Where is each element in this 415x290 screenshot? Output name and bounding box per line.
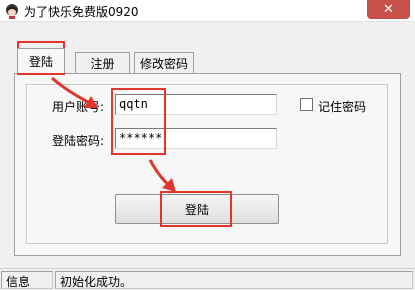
tab-register[interactable]: 注册: [75, 52, 130, 74]
window-title: 为了快乐免费版0920: [24, 5, 139, 19]
tab-login[interactable]: 登陆: [17, 48, 65, 73]
highlight-credentials: [111, 88, 166, 155]
tab-change-password[interactable]: 修改密码: [134, 52, 194, 74]
remember-password-checkbox[interactable]: [300, 98, 313, 111]
status-label: 信息: [1, 271, 53, 289]
username-label: 用户账号:: [52, 100, 105, 114]
title-bar: 为了快乐免费版0920 ✕: [0, 0, 415, 22]
status-bar: 信息 初始化成功。: [0, 268, 415, 290]
password-label: 登陆密码:: [52, 134, 105, 148]
status-message: 初始化成功。: [55, 271, 413, 289]
tab-register-label: 注册: [90, 57, 115, 71]
close-button[interactable]: ✕: [367, 0, 410, 19]
close-icon: ✕: [383, 2, 394, 17]
remember-password-label: 记住密码: [318, 100, 367, 114]
highlight-login-button: [160, 191, 232, 227]
app-avatar-icon: [6, 4, 18, 19]
tab-login-label: 登陆: [28, 54, 53, 69]
tab-change-password-label: 修改密码: [139, 57, 188, 71]
